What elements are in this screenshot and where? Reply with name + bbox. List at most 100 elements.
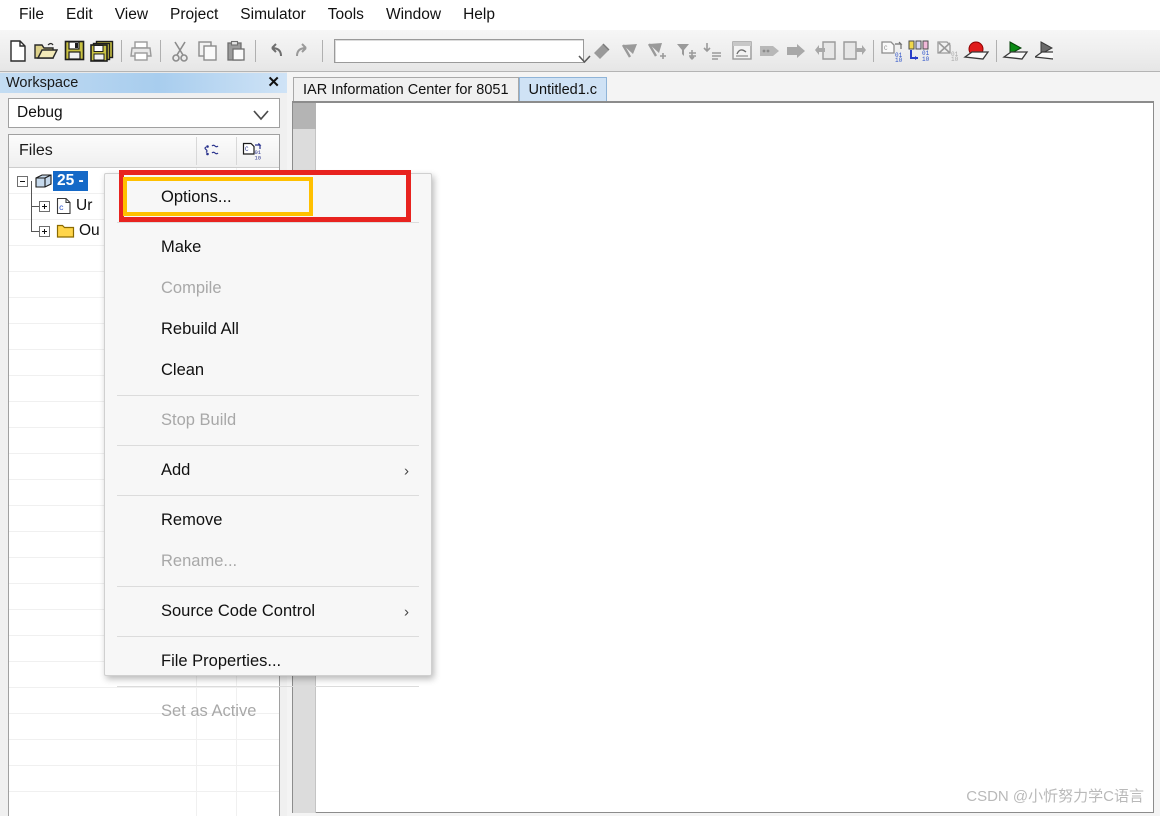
navigate-forward-icon[interactable] bbox=[840, 36, 868, 66]
ctx-set-as-active: Set as Active bbox=[105, 691, 431, 732]
expand-expander-icon[interactable] bbox=[39, 225, 50, 237]
paste-icon[interactable] bbox=[222, 36, 250, 66]
editor-tabstrip: IAR Information Center for 8051 Untitled… bbox=[287, 76, 1160, 102]
download-and-debug-icon[interactable] bbox=[1002, 36, 1030, 66]
ctx-rename-label: Rename... bbox=[161, 552, 238, 570]
undo-icon[interactable] bbox=[261, 36, 289, 66]
bookmark-next-icon[interactable] bbox=[756, 36, 784, 66]
menu-view[interactable]: View bbox=[104, 4, 159, 26]
menu-edit[interactable]: Edit bbox=[55, 4, 104, 26]
ctx-file-properties-label: File Properties... bbox=[161, 652, 282, 670]
ctx-compile-label: Compile bbox=[161, 279, 222, 297]
toolbar-separator bbox=[996, 39, 997, 62]
project-node[interactable]: 25 - bbox=[17, 169, 88, 193]
menu-separator bbox=[117, 686, 419, 687]
build-configuration-value: Debug bbox=[17, 104, 63, 121]
replace-icon[interactable] bbox=[700, 36, 728, 66]
svg-text:C: C bbox=[245, 146, 249, 153]
search-combobox[interactable] bbox=[334, 38, 591, 63]
save-icon[interactable] bbox=[60, 36, 88, 66]
code-editor-surface[interactable] bbox=[317, 103, 1153, 812]
tree-connector bbox=[31, 231, 39, 232]
menu-simulator[interactable]: Simulator bbox=[229, 4, 316, 26]
save-all-icon[interactable] bbox=[88, 36, 116, 66]
workspace-title-label: Workspace bbox=[6, 75, 79, 91]
collapse-expander-icon[interactable] bbox=[17, 175, 28, 187]
new-document-icon[interactable] bbox=[4, 36, 32, 66]
stop-build-icon[interactable]: 01 10 bbox=[935, 36, 963, 66]
svg-text:10: 10 bbox=[254, 154, 261, 161]
menu-window[interactable]: Window bbox=[375, 4, 452, 26]
find-next-icon[interactable] bbox=[616, 36, 644, 66]
ctx-source-code-control[interactable]: Source Code Control › bbox=[105, 591, 431, 632]
menu-separator bbox=[117, 222, 419, 223]
ctx-set-as-active-label: Set as Active bbox=[161, 702, 257, 720]
tree-row[interactable] bbox=[9, 766, 279, 792]
compile-icon[interactable]: C 01 10 bbox=[879, 36, 907, 66]
menu-separator bbox=[117, 395, 419, 396]
ctx-make[interactable]: Make bbox=[105, 227, 431, 268]
build-file-icon[interactable]: C 01 10 bbox=[236, 137, 267, 165]
bookmark-previous-icon[interactable] bbox=[784, 36, 812, 66]
find-previous-icon[interactable] bbox=[644, 36, 672, 66]
menu-help[interactable]: Help bbox=[452, 4, 506, 26]
source-file-node[interactable]: c Ur bbox=[39, 194, 96, 218]
bookmark-toggle-icon[interactable] bbox=[728, 36, 756, 66]
chevron-right-icon: › bbox=[404, 462, 409, 479]
tab-information-center[interactable]: IAR Information Center for 8051 bbox=[293, 77, 519, 102]
ctx-file-properties[interactable]: File Properties... bbox=[105, 641, 431, 682]
print-icon[interactable] bbox=[127, 36, 155, 66]
expand-expander-icon[interactable] bbox=[39, 200, 50, 212]
svg-text:C: C bbox=[884, 45, 888, 52]
close-icon[interactable]: ✕ bbox=[267, 75, 280, 91]
tab-untitled1-c[interactable]: Untitled1.c bbox=[518, 77, 608, 102]
copy-icon[interactable] bbox=[194, 36, 222, 66]
stop-debugger-icon[interactable] bbox=[963, 36, 991, 66]
tree-row[interactable] bbox=[9, 792, 279, 816]
tree-row[interactable] bbox=[9, 740, 279, 766]
redo-icon[interactable] bbox=[289, 36, 317, 66]
ctx-clean[interactable]: Clean bbox=[105, 350, 431, 391]
toolbar-separator bbox=[255, 39, 256, 62]
make-icon[interactable]: 01 10 bbox=[907, 36, 935, 66]
tab-information-center-label: IAR Information Center for 8051 bbox=[303, 82, 509, 98]
project-context-menu: Options... Make Compile Rebuild All Clea… bbox=[104, 173, 432, 720]
cut-icon[interactable] bbox=[166, 36, 194, 66]
source-file-node-label: Ur bbox=[76, 197, 93, 214]
ctx-remove[interactable]: Remove bbox=[105, 500, 431, 541]
find-icon[interactable] bbox=[588, 36, 616, 66]
menu-file[interactable]: File bbox=[8, 4, 55, 26]
svg-text:c: c bbox=[59, 204, 64, 213]
svg-text:10: 10 bbox=[951, 56, 959, 62]
ctx-options-label: Options... bbox=[161, 188, 232, 206]
scatter-dots-icon[interactable] bbox=[196, 137, 227, 165]
watermark-text: CSDN @小忻努力学C语言 bbox=[966, 788, 1144, 805]
menu-bar: File Edit View Project Simulator Tools W… bbox=[0, 0, 1160, 30]
menu-separator bbox=[117, 445, 419, 446]
navigate-backward-icon[interactable] bbox=[812, 36, 840, 66]
ctx-rebuild-all[interactable]: Rebuild All bbox=[105, 309, 431, 350]
ctx-options[interactable]: Options... bbox=[105, 177, 431, 218]
debug-without-download-icon[interactable] bbox=[1030, 36, 1058, 66]
chevron-down-icon bbox=[253, 108, 269, 126]
ctx-add[interactable]: Add › bbox=[105, 450, 431, 491]
output-folder-node[interactable]: Ou bbox=[39, 219, 104, 243]
ctx-rename: Rename... bbox=[105, 541, 431, 582]
ctx-rebuild-all-label: Rebuild All bbox=[161, 320, 239, 338]
project-node-label: 25 - bbox=[53, 171, 88, 191]
tab-untitled1-c-label: Untitled1.c bbox=[528, 82, 598, 98]
build-configuration-select[interactable]: Debug bbox=[8, 98, 280, 128]
ctx-clean-label: Clean bbox=[161, 361, 205, 379]
toolbar-separator bbox=[873, 39, 874, 62]
svg-text:10: 10 bbox=[895, 57, 903, 62]
scrollbar-thumb[interactable] bbox=[293, 103, 316, 129]
ctx-stop-build: Stop Build bbox=[105, 400, 431, 441]
open-folder-icon[interactable] bbox=[32, 36, 60, 66]
output-folder-node-label: Ou bbox=[79, 222, 100, 239]
menu-separator bbox=[117, 495, 419, 496]
menu-project[interactable]: Project bbox=[159, 4, 229, 26]
tree-header: Files C 01 10 bbox=[9, 135, 279, 168]
toolbar-separator bbox=[322, 39, 323, 62]
find-in-files-icon[interactable] bbox=[672, 36, 700, 66]
menu-tools[interactable]: Tools bbox=[317, 4, 375, 26]
